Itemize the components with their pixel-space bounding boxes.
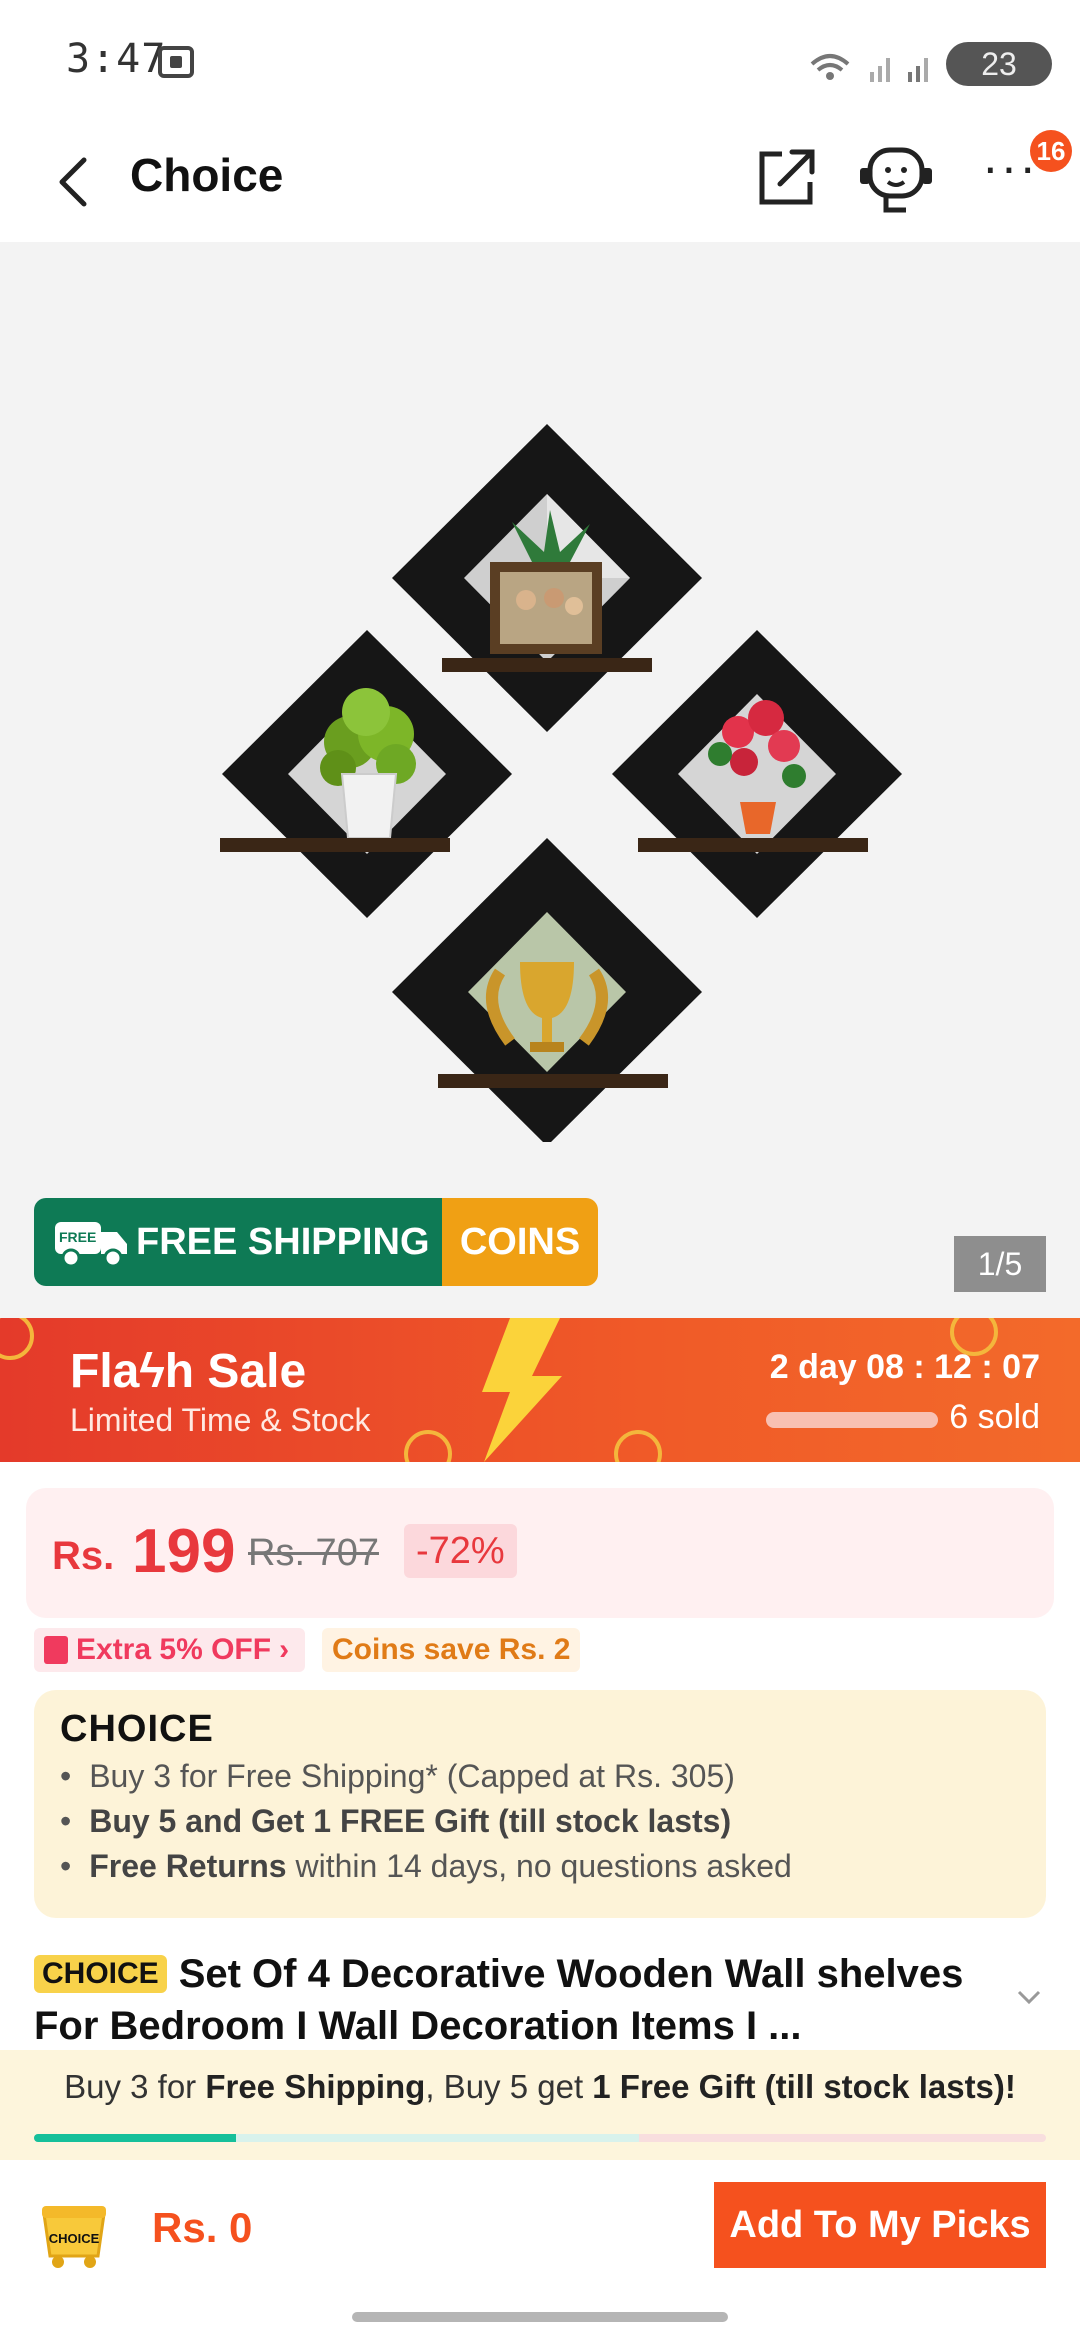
original-price: Rs. 707 xyxy=(248,1532,379,1574)
bundle-progress-bar xyxy=(34,2134,1046,2142)
home-indicator[interactable] xyxy=(352,2312,728,2322)
benefit-item: Free Returns within 14 days, no question… xyxy=(60,1844,792,1889)
truck-icon: FREE xyxy=(46,1198,136,1286)
status-time: 3:47 xyxy=(66,36,167,82)
discount-badge: -72% xyxy=(404,1524,517,1578)
flash-sale-subtitle: Limited Time & Stock xyxy=(70,1402,371,1438)
product-title[interactable]: CHOICE Set Of 4 Decorative Wooden Wall sh… xyxy=(34,1948,1014,2052)
more-options-button[interactable]: ··· xyxy=(980,142,1040,212)
top-nav-bar: Choice ··· 16 xyxy=(0,130,1080,242)
image-page-indicator: 1/5 xyxy=(954,1236,1046,1292)
choice-benefits-box[interactable]: CHOICE Buy 3 for Free Shipping* (Capped … xyxy=(34,1690,1046,1918)
customer-service-icon xyxy=(860,147,932,213)
screenshot-icon xyxy=(158,46,194,78)
extra-off-label: Extra 5% OFF xyxy=(76,1633,272,1666)
chevron-left-icon xyxy=(59,157,87,207)
price-amount: 199 xyxy=(132,1517,236,1586)
price-section: Rs. 199 Rs. 707 -72% xyxy=(26,1488,1054,1618)
benefit-item: Buy 5 and Get 1 FREE Gift (till stock la… xyxy=(60,1799,792,1844)
cart-choice-label: CHOICE xyxy=(49,2231,100,2246)
battery-indicator: 23 xyxy=(946,42,1052,86)
benefits-list: Buy 3 for Free Shipping* (Capped at Rs. … xyxy=(60,1754,792,1889)
customer-service-button[interactable] xyxy=(856,138,936,218)
flash-sale-banner: Flaϟh Sale Limited Time & Stock 2 day 08… xyxy=(0,1318,1080,1462)
free-shipping-label: FREE SHIPPING xyxy=(136,1220,430,1263)
bundle-offer-banner[interactable]: Buy 3 for Free Shipping, Buy 5 get 1 Fre… xyxy=(0,2050,1080,2160)
flash-sale-title: Flaϟh Sale xyxy=(70,1345,307,1398)
notification-badge: 16 xyxy=(1030,130,1072,172)
add-to-picks-button[interactable]: Add To My Picks xyxy=(714,2182,1046,2268)
coins-label: COINS xyxy=(442,1198,598,1286)
sold-count: 6 sold xyxy=(949,1398,1040,1436)
countdown-timer: 2 day 08 : 12 : 07 xyxy=(769,1348,1040,1386)
product-image[interactable] xyxy=(160,402,920,1142)
picks-total: Rs. 0 xyxy=(152,2204,253,2251)
signal-icon xyxy=(810,54,928,82)
clock-icon xyxy=(614,1430,662,1462)
clock-icon xyxy=(0,1318,34,1360)
page-title: Choice xyxy=(130,149,284,201)
bundle-offer-text: Buy 3 for Free Shipping, Buy 5 get 1 Fre… xyxy=(64,2068,1016,2105)
coins-save-badge: Coins save Rs. 2 xyxy=(322,1628,581,1672)
picks-cart-button[interactable]: CHOICE xyxy=(34,2196,114,2270)
share-button[interactable] xyxy=(752,140,824,212)
free-tag: FREE xyxy=(59,1229,96,1245)
sold-progress-bar xyxy=(766,1412,938,1428)
bottom-action-bar: CHOICE Rs. 0 Add To My Picks xyxy=(0,2160,1080,2340)
choice-logo: CHOICE xyxy=(60,1708,214,1750)
clock-icon xyxy=(404,1430,452,1462)
product-image-gallery[interactable]: FREE FREE SHIPPING COINS 1/5 xyxy=(0,242,1080,1318)
lightning-icon xyxy=(482,1318,562,1462)
extra-off-coupon[interactable]: Extra 5% OFF › xyxy=(34,1628,306,1672)
expand-title-button[interactable] xyxy=(1014,1982,1044,2012)
status-bar: 3:47 23 xyxy=(0,0,1080,130)
benefit-item: Buy 3 for Free Shipping* (Capped at Rs. … xyxy=(60,1754,792,1799)
chevron-right-icon: › xyxy=(279,1633,290,1666)
back-button[interactable] xyxy=(44,150,108,214)
share-icon xyxy=(759,149,815,205)
price-currency: Rs. xyxy=(52,1534,115,1578)
choice-cart-icon: CHOICE xyxy=(42,2206,106,2268)
choice-tag: CHOICE xyxy=(34,1955,167,1993)
chevron-down-icon xyxy=(1017,1990,1041,2005)
product-title-text: Set Of 4 Decorative Wooden Wall shelves … xyxy=(34,1952,964,2048)
free-shipping-badge: FREE FREE SHIPPING COINS xyxy=(34,1198,598,1286)
coupon-icon xyxy=(44,1636,68,1664)
